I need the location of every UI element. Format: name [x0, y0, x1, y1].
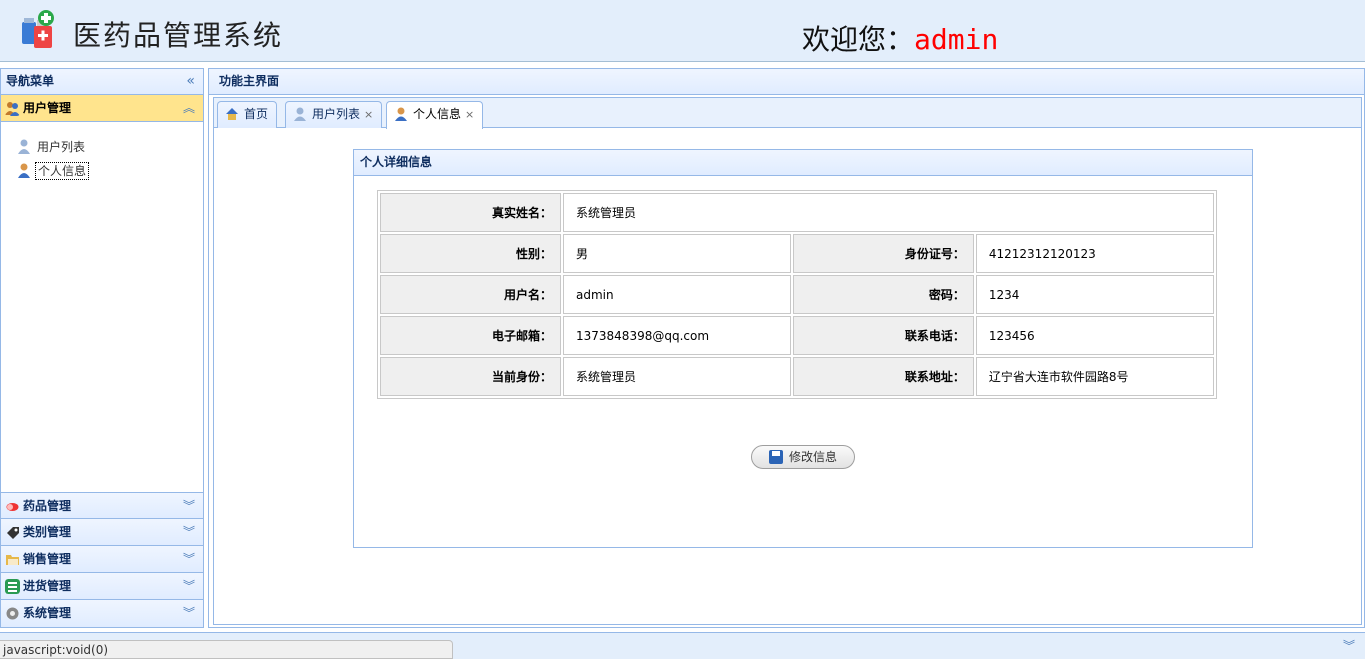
table-row: 当前身份： 系统管理员 联系地址： 辽宁省大连市软件园路8号 [380, 357, 1214, 396]
main-panel: 功能主界面 首页 用户列表 × 个人信息 × 个人详细信息 真实姓名： 系统管理… [208, 68, 1365, 628]
medicine-bottles-icon [22, 10, 54, 48]
username-label: 用户名： [380, 275, 561, 314]
chevron-down-icon[interactable]: ︾ [183, 573, 195, 599]
section-category-management[interactable]: 类别管理 ︾ [1, 519, 203, 546]
home-icon [226, 108, 238, 120]
chevron-down-icon[interactable]: ︾ [1343, 637, 1355, 654]
table-row: 真实姓名： 系统管理员 [380, 193, 1214, 232]
section-label: 系统管理 [23, 606, 72, 620]
list-icon [5, 579, 20, 594]
table-row: 性别： 男 身份证号： 41212312120123 [380, 234, 1214, 273]
table-row: 用户名： admin 密码： 1234 [380, 275, 1214, 314]
address-label: 联系地址： [792, 357, 974, 396]
current-username: admin [914, 23, 999, 56]
section-label: 进货管理 [23, 579, 72, 593]
role-label: 当前身份： [380, 357, 561, 396]
nav-sidebar: 导航菜单 « 用户管理 ︽ 用户列表 个人信息 药品管理 ︾ 类别管理 ︾ 销售… [0, 68, 204, 628]
gear-icon [6, 607, 19, 620]
edit-info-button[interactable]: 修改信息 [751, 445, 855, 469]
welcome-prefix: 欢迎您： [802, 23, 915, 56]
chevron-down-icon[interactable]: ︾ [183, 546, 195, 572]
personal-detail-panel: 个人详细信息 真实姓名： 系统管理员 性别： 男 身份证号： 412123121… [353, 149, 1253, 548]
role-value: 系统管理员 [563, 357, 791, 396]
folder-icon [6, 555, 19, 565]
app-title: 医药品管理系统 [73, 19, 284, 52]
id-number-label: 身份证号： [792, 234, 974, 273]
table-row: 电子邮箱： 1373848398@qq.com 联系电话： 123456 [380, 316, 1214, 355]
address-value: 辽宁省大连市软件园路8号 [975, 357, 1214, 396]
pill-icon [6, 503, 19, 511]
section-user-management[interactable]: 用户管理 ︽ [1, 95, 203, 122]
password-value: 1234 [975, 275, 1214, 314]
browser-status-bar: javascript:void(0) [0, 640, 453, 659]
detail-panel-header: 个人详细信息 [354, 150, 1252, 176]
tab-label: 用户列表 [312, 107, 361, 121]
chevron-down-icon[interactable]: ︾ [183, 493, 195, 519]
main-panel-header: 功能主界面 [209, 69, 1364, 95]
tab-content: 个人详细信息 真实姓名： 系统管理员 性别： 男 身份证号： 412123121… [214, 129, 1361, 624]
id-number-value: 41212312120123 [975, 234, 1214, 273]
tree-item-label: 用户列表 [37, 140, 86, 154]
save-icon [769, 450, 783, 464]
tree-item-personal-info[interactable]: 个人信息 [1, 160, 203, 184]
username-value: admin [563, 275, 791, 314]
section-medicine-management[interactable]: 药品管理 ︾ [1, 492, 203, 519]
user-icon [18, 163, 30, 178]
edit-info-label: 修改信息 [789, 450, 838, 464]
section-label: 销售管理 [23, 552, 72, 566]
section-user-management-body: 用户列表 个人信息 [1, 122, 203, 491]
phone-label: 联系电话： [792, 316, 974, 355]
email-label: 电子邮箱： [380, 316, 561, 355]
detail-panel-title: 个人详细信息 [360, 155, 433, 169]
section-label: 药品管理 [23, 499, 72, 513]
chevron-up-icon[interactable]: ︽ [183, 95, 195, 121]
users-icon [5, 102, 20, 116]
section-label: 用户管理 [23, 101, 72, 115]
tabs-container: 首页 用户列表 × 个人信息 × 个人详细信息 真实姓名： 系统管理员 性别： … [213, 97, 1362, 625]
section-system-management[interactable]: 系统管理 ︾ [1, 600, 203, 627]
close-icon[interactable]: × [364, 108, 373, 121]
tree-item-label: 个人信息 [35, 162, 90, 180]
sidebar-title: 导航菜单 [6, 74, 55, 88]
personal-info-table: 真实姓名： 系统管理员 性别： 男 身份证号： 41212312120123 用… [377, 190, 1217, 399]
section-purchase-management[interactable]: 进货管理 ︾ [1, 573, 203, 600]
user-list-icon [294, 107, 306, 121]
user-list-icon [18, 139, 30, 154]
tree-item-user-list[interactable]: 用户列表 [1, 136, 203, 160]
tab-label: 首页 [244, 107, 269, 121]
main-panel-title: 功能主界面 [219, 74, 280, 88]
gender-value: 男 [563, 234, 791, 273]
welcome-message: 欢迎您：admin [802, 18, 998, 58]
tab-label: 个人信息 [413, 107, 462, 121]
password-label: 密码： [792, 275, 974, 314]
email-value: 1373848398@qq.com [563, 316, 791, 355]
tag-icon [7, 527, 19, 539]
tab-strip: 首页 用户列表 × 个人信息 × [214, 98, 1361, 129]
sidebar-header: 导航菜单 « [1, 69, 203, 95]
phone-value: 123456 [975, 316, 1214, 355]
tab-personal-info[interactable]: 个人信息 × [386, 101, 484, 129]
app-header: 医药品管理系统 欢迎您：admin [0, 0, 1365, 62]
chevron-down-icon[interactable]: ︾ [183, 600, 195, 626]
tab-home[interactable]: 首页 [217, 101, 278, 128]
section-sales-management[interactable]: 销售管理 ︾ [1, 546, 203, 573]
real-name-value: 系统管理员 [563, 193, 1214, 232]
section-label: 类别管理 [23, 525, 72, 539]
tab-user-list[interactable]: 用户列表 × [285, 101, 383, 128]
double-chevron-left-icon[interactable]: « [186, 69, 195, 94]
user-icon [395, 107, 407, 121]
real-name-label: 真实姓名： [380, 193, 561, 232]
collapsed-sections: 药品管理 ︾ 类别管理 ︾ 销售管理 ︾ 进货管理 ︾ 系统管理 ︾ [1, 492, 203, 627]
gender-label: 性别： [380, 234, 561, 273]
chevron-down-icon[interactable]: ︾ [183, 519, 195, 545]
close-icon[interactable]: × [465, 108, 474, 121]
